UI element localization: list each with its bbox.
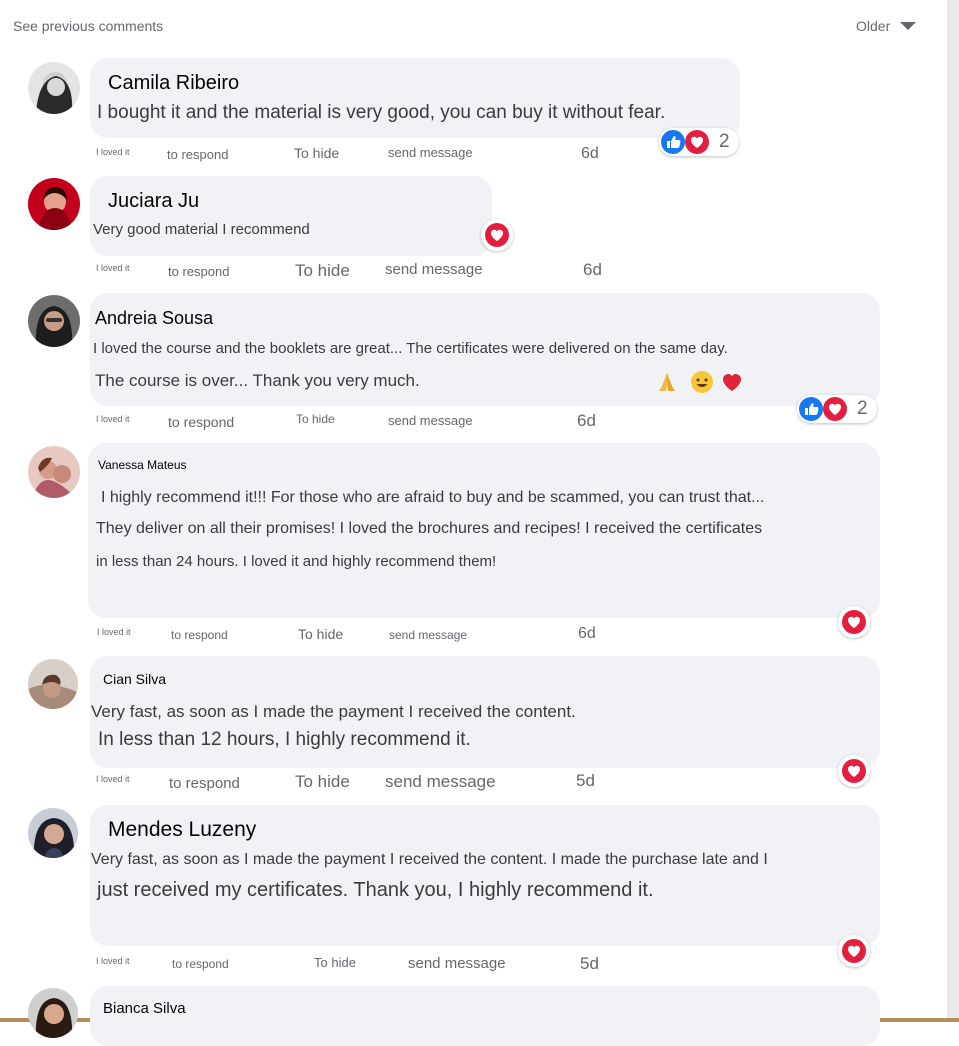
respond-link[interactable]: to respond	[172, 957, 229, 971]
comment-text: Very good material I recommend	[93, 221, 310, 238]
hide-link[interactable]: To hide	[294, 145, 339, 161]
love-reaction-badge[interactable]	[481, 219, 513, 251]
like-icon	[661, 130, 685, 154]
comment-text-line: In less than 12 hours, I highly recommen…	[98, 729, 471, 750]
reaction-label[interactable]: I loved it	[97, 627, 131, 637]
love-icon	[842, 759, 866, 783]
comment-text-line: I loved the course and the booklets are …	[93, 340, 728, 357]
sort-order-label[interactable]: Older	[856, 18, 890, 34]
timestamp[interactable]: 5d	[576, 771, 595, 791]
hide-link[interactable]: To hide	[296, 412, 335, 426]
avatar[interactable]	[28, 295, 80, 347]
avatar[interactable]	[28, 659, 78, 709]
comment-text-line: Very fast, as soon as I made the payment…	[91, 851, 768, 868]
comment-author[interactable]: Camila Ribeiro	[108, 72, 239, 95]
comment-author[interactable]: Andreia Sousa	[95, 308, 213, 329]
scrollbar-track[interactable]	[947, 0, 959, 1022]
timestamp[interactable]: 6d	[583, 260, 602, 280]
comment-author[interactable]: Vanessa Mateus	[98, 458, 187, 472]
love-reaction-badge[interactable]	[838, 755, 870, 787]
reaction-summary[interactable]: 2	[797, 395, 877, 423]
hide-link[interactable]: To hide	[295, 772, 350, 792]
comments-header: See previous comments Older	[0, 0, 947, 50]
reaction-summary[interactable]: 2	[659, 128, 739, 156]
respond-link[interactable]: to respond	[167, 147, 228, 162]
love-icon	[823, 397, 847, 421]
send-message-link[interactable]: send message	[388, 413, 473, 428]
love-icon	[485, 223, 509, 247]
avatar[interactable]	[28, 62, 80, 114]
timestamp[interactable]: 6d	[581, 145, 599, 163]
love-icon	[842, 939, 866, 963]
reaction-count: 2	[857, 398, 868, 419]
hide-link[interactable]: To hide	[295, 261, 350, 281]
like-icon	[799, 397, 823, 421]
folded-hands-emoji-icon	[659, 373, 675, 391]
see-previous-comments-link[interactable]: See previous comments	[13, 18, 163, 34]
comment-bubble: Andreia Sousa I loved the course and the…	[90, 293, 880, 406]
reaction-label[interactable]: I loved it	[96, 263, 130, 273]
timestamp[interactable]: 5d	[580, 954, 599, 974]
reaction-label[interactable]: I loved it	[96, 147, 130, 157]
reaction-label[interactable]: I loved it	[96, 956, 130, 966]
send-message-link[interactable]: send message	[385, 261, 483, 278]
comment-bubble: Cian Silva Very fast, as soon as I made …	[90, 656, 880, 768]
comment-text: I bought it and the material is very goo…	[97, 102, 666, 123]
avatar[interactable]	[28, 808, 78, 858]
avatar[interactable]	[28, 988, 78, 1038]
comment-text-line: in less than 24 hours. I loved it and hi…	[96, 553, 497, 570]
comment-text-line: Very fast, as soon as I made the payment…	[91, 702, 576, 721]
respond-link[interactable]: to respond	[169, 775, 240, 792]
caret-down-icon[interactable]	[900, 22, 916, 30]
comment-bubble: Camila Ribeiro I bought it and the mater…	[90, 58, 740, 138]
comment-text-line: just received my certificates. Thank you…	[97, 879, 654, 901]
reaction-label[interactable]: I loved it	[96, 774, 130, 784]
love-reaction-badge[interactable]	[838, 606, 870, 638]
comment-bubble: Vanessa Mateus I highly recommend it!!! …	[88, 443, 880, 618]
comment-bubble: Mendes Luzeny Very fast, as soon as I ma…	[90, 805, 880, 946]
smiling-face-emoji-icon	[691, 371, 713, 393]
avatar[interactable]	[28, 446, 80, 498]
respond-link[interactable]: to respond	[168, 264, 229, 279]
reaction-label[interactable]: I loved it	[96, 414, 130, 424]
comment-bubble: Bianca Silva	[90, 986, 880, 1046]
love-reaction-badge[interactable]	[838, 935, 870, 967]
comment-text-line: The course is over... Thank you very muc…	[95, 371, 420, 390]
comment-text-line: They deliver on all their promises! I lo…	[96, 520, 763, 537]
hide-link[interactable]: To hide	[298, 626, 343, 642]
comment-author[interactable]: Bianca Silva	[103, 1000, 186, 1017]
comment-author[interactable]: Cian Silva	[103, 671, 166, 687]
love-icon	[685, 130, 709, 154]
comment-bubble: Juciara Ju Very good material I recommen…	[90, 176, 492, 256]
avatar[interactable]	[28, 178, 80, 230]
comment-author[interactable]: Juciara Ju	[108, 190, 199, 213]
love-icon	[842, 610, 866, 634]
hide-link[interactable]: To hide	[314, 955, 356, 970]
send-message-link[interactable]: send message	[408, 955, 506, 972]
send-message-link[interactable]: send message	[389, 628, 467, 642]
comment-author[interactable]: Mendes Luzeny	[108, 818, 256, 842]
red-heart-emoji-icon	[723, 374, 741, 391]
respond-link[interactable]: to respond	[171, 628, 228, 642]
timestamp[interactable]: 6d	[577, 411, 596, 431]
comment-text-line: I highly recommend it!!! For those who a…	[101, 489, 765, 506]
send-message-link[interactable]: send message	[385, 772, 496, 792]
reaction-count: 2	[719, 131, 730, 152]
respond-link[interactable]: to respond	[168, 414, 234, 430]
timestamp[interactable]: 6d	[578, 625, 596, 643]
send-message-link[interactable]: send message	[388, 145, 473, 160]
